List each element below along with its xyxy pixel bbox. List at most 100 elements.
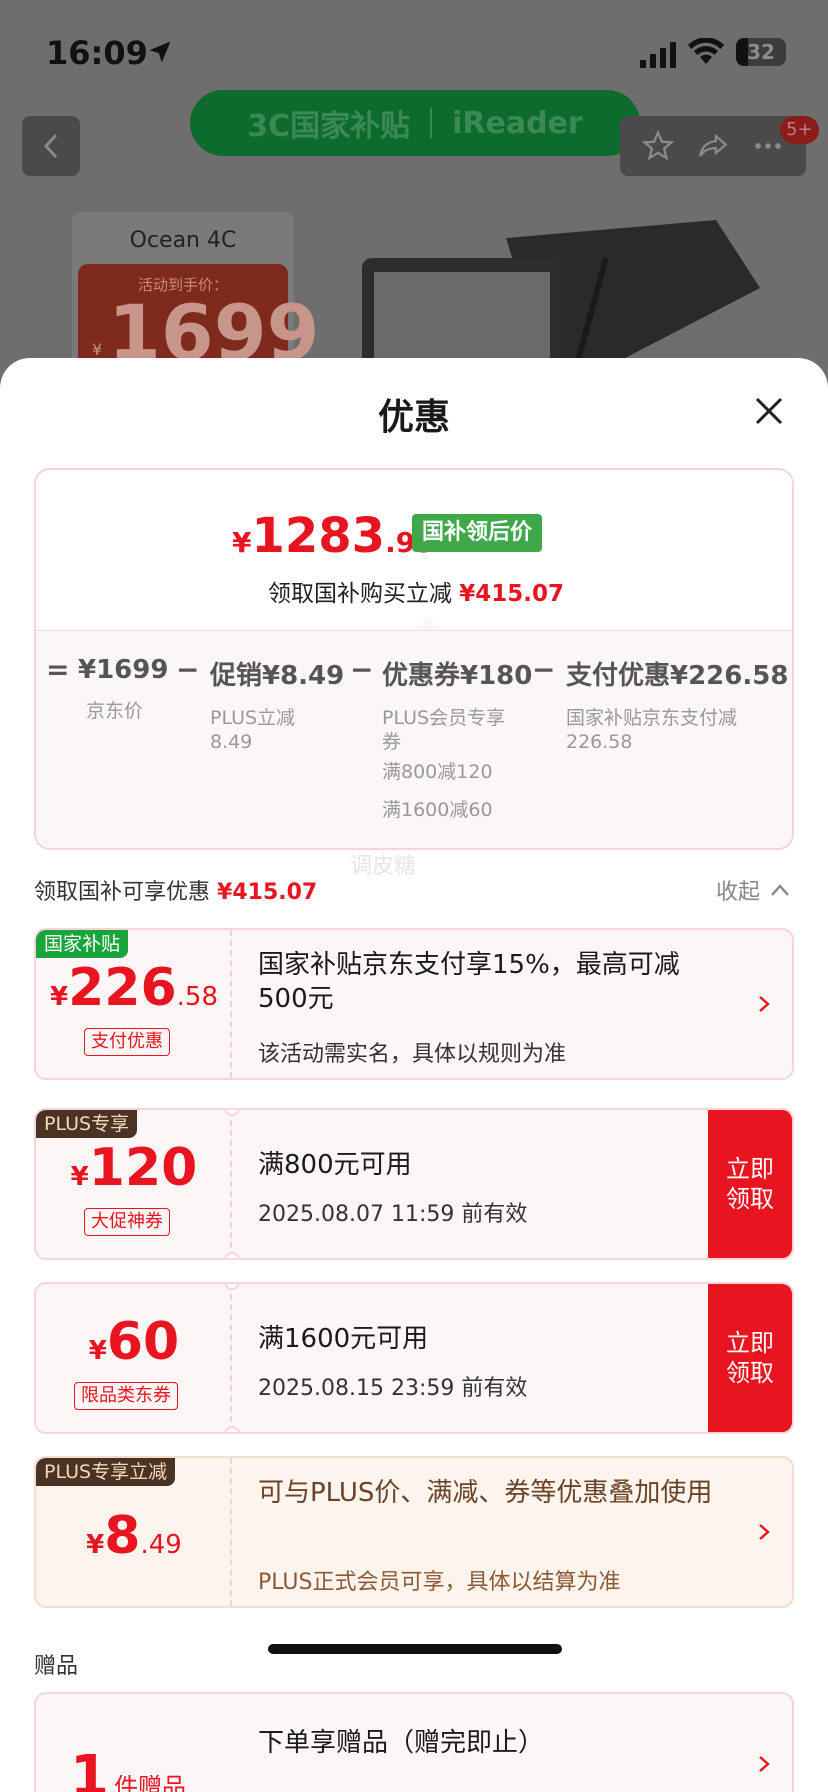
final-currency: ¥ bbox=[232, 526, 252, 559]
card-desc: 2025.08.15 23:59 前有效 bbox=[258, 1376, 528, 1401]
final-price-int: 1283 bbox=[251, 508, 386, 564]
section-header: 领取国补可享优惠 ¥415.07 bbox=[34, 874, 317, 906]
card-title: 满1600元可用 bbox=[258, 1324, 429, 1354]
card-amount-currency: ¥ bbox=[86, 1530, 105, 1560]
card-amount-panel: PLUS专享 ¥120 大促神券 bbox=[36, 1110, 232, 1258]
breakdown-note: PLUS立减 8.49 bbox=[210, 707, 296, 753]
breakdown-item-payment: 支付优惠¥226.58 国家补贴京东支付减 226.58 bbox=[566, 655, 788, 754]
card-notch bbox=[224, 1252, 240, 1258]
wifi-icon bbox=[688, 38, 724, 64]
status-bar: 16:09 32 bbox=[0, 0, 828, 100]
claim-button[interactable]: 立即领取 bbox=[708, 1284, 792, 1432]
status-time: 16:09 bbox=[46, 34, 148, 72]
final-price-tag: 国补领后价 bbox=[412, 514, 543, 552]
campaign-banner: 3C国家补贴 iReader bbox=[190, 90, 640, 156]
top-actions bbox=[620, 116, 806, 176]
card-title: 国家补贴京东支付享15%，最高可减500元 bbox=[258, 950, 680, 1014]
gift-card[interactable]: 1 件赠品 下单享赠品（赠完即止） bbox=[34, 1692, 794, 1792]
back-button[interactable] bbox=[22, 116, 80, 176]
collapse-button[interactable]: 收起 bbox=[716, 874, 790, 906]
signal-icon bbox=[640, 42, 676, 68]
battery-icon: 32 bbox=[736, 38, 786, 66]
chevron-right-icon bbox=[759, 1756, 770, 1772]
card-amount-panel: PLUS专享立减 ¥8.49 bbox=[36, 1458, 232, 1606]
breakdown-note-coupon-1: 满800减120 bbox=[382, 761, 493, 783]
close-icon[interactable] bbox=[752, 394, 786, 428]
price-breakdown: = ¥1699 京东价 − 促销¥8.49 PLUS立减 8.49 − 优惠券¥… bbox=[36, 630, 792, 848]
coupon-card-60: ¥60 限品类东券 满1600元可用 2025.08.15 23:59 前有效 … bbox=[34, 1282, 794, 1434]
breakdown-main: 优惠券¥180 bbox=[382, 661, 533, 691]
card-amount: ¥60 bbox=[36, 1312, 232, 1372]
claim-button[interactable]: 立即领取 bbox=[708, 1110, 792, 1258]
banner-right-text: iReader bbox=[452, 105, 583, 141]
card-amount-dec: .58 bbox=[176, 982, 218, 1012]
banner-divider bbox=[430, 108, 433, 138]
back-icon bbox=[43, 133, 58, 159]
summary-subline: 领取国补购买立减 ¥415.07 bbox=[36, 574, 792, 608]
star-icon[interactable] bbox=[641, 129, 675, 163]
breakdown-main: 支付优惠¥226.58 bbox=[566, 661, 789, 691]
collapse-label: 收起 bbox=[716, 880, 761, 905]
card-amount-int: 120 bbox=[88, 1138, 198, 1198]
card-amount-currency: ¥ bbox=[88, 1336, 107, 1366]
breakdown-note: 京东价 bbox=[86, 700, 144, 722]
card-chip: 限品类东券 bbox=[74, 1382, 178, 1410]
watermark: 调皮糖 bbox=[350, 854, 417, 879]
summary-top: ¥1283.93 国补领后价 领取国补购买立减 ¥415.07 bbox=[36, 470, 792, 630]
product-image bbox=[362, 220, 760, 368]
promo-model: Ocean 4C bbox=[129, 228, 237, 253]
card-tag: 国家补贴 bbox=[36, 930, 129, 958]
price-summary: ¥1283.93 国补领后价 领取国补购买立减 ¥415.07 = ¥1699 … bbox=[34, 468, 794, 850]
breakdown-main: 促销¥8.49 bbox=[210, 661, 345, 691]
card-amount-int: 226 bbox=[68, 958, 177, 1018]
promo-currency: ¥ bbox=[92, 340, 103, 359]
summary-subline-text: 领取国补购买立减 bbox=[267, 581, 452, 607]
share-icon[interactable] bbox=[696, 129, 730, 163]
breakdown-note-coupon-2: 满1600减60 bbox=[382, 799, 493, 821]
chevron-right-icon bbox=[759, 996, 770, 1012]
chevron-right-icon bbox=[759, 1524, 770, 1540]
card-amount-int: 8 bbox=[104, 1506, 141, 1566]
breakdown-item-promotion: 促销¥8.49 PLUS立减 8.49 bbox=[210, 655, 344, 754]
section-amount: ¥415.07 bbox=[217, 880, 318, 905]
summary-subline-amount: ¥415.07 bbox=[459, 581, 565, 607]
product-page-background: 16:09 32 3C国家补贴 iReader 5+ Ocean 4C 活动到手… bbox=[0, 0, 828, 380]
more-badge: 5+ bbox=[780, 116, 819, 144]
card-title: 可与PLUS价、满减、券等优惠叠加使用 bbox=[258, 1478, 713, 1508]
gift-count-unit: 件赠品 bbox=[114, 1773, 187, 1792]
battery-level: 32 bbox=[747, 40, 775, 64]
card-tag: PLUS专享 bbox=[36, 1110, 138, 1138]
breakdown-op: = bbox=[46, 653, 70, 686]
breakdown-op: − bbox=[176, 653, 200, 686]
card-amount: ¥120 bbox=[36, 1138, 232, 1198]
card-desc: 该活动需实名，具体以规则为准 bbox=[258, 1042, 567, 1067]
gift-desc: 下单享赠品（赠完即止） bbox=[258, 1728, 545, 1758]
breakdown-op: − bbox=[532, 653, 556, 686]
breakdown-item-coupon: 优惠券¥180 PLUS会员专享券 满800减120 满1600减60 bbox=[382, 655, 532, 822]
discount-sheet: 优惠 ¥1283.93 国补领后价 领取国补购买立减 ¥415.07 = ¥16… bbox=[0, 358, 828, 1792]
final-price: ¥1283.93 bbox=[232, 508, 435, 564]
breakdown-op: − bbox=[350, 653, 374, 686]
coupon-card-120: PLUS专享 ¥120 大促神券 满800元可用 2025.08.07 11:5… bbox=[34, 1108, 794, 1260]
card-amount-int: 60 bbox=[106, 1312, 180, 1372]
gifts-title: 赠品 bbox=[34, 1654, 79, 1679]
gift-count-number: 1 bbox=[70, 1744, 109, 1792]
banner-left-text: 3C国家补贴 bbox=[247, 109, 411, 144]
card-amount-currency: ¥ bbox=[70, 1162, 89, 1192]
card-amount-panel: ¥60 限品类东券 bbox=[36, 1284, 232, 1432]
discount-card-subsidy[interactable]: 国家补贴 ¥226.58 支付优惠 国家补贴京东支付享15%，最高可减500元 … bbox=[34, 928, 794, 1080]
section-title: 领取国补可享优惠 bbox=[34, 880, 211, 905]
card-amount-currency: ¥ bbox=[50, 982, 69, 1012]
card-desc: 2025.08.07 11:59 前有效 bbox=[258, 1202, 528, 1227]
card-chip: 大促神券 bbox=[84, 1208, 170, 1236]
card-amount: ¥8.49 bbox=[36, 1506, 232, 1566]
breakdown-note: 国家补贴京东支付减 226.58 bbox=[566, 707, 738, 753]
discount-card-plus[interactable]: PLUS专享立减 ¥8.49 可与PLUS价、满减、券等优惠叠加使用 PLUS正… bbox=[34, 1456, 794, 1608]
promo-card: Ocean 4C 活动到手价： ¥ 1699 bbox=[72, 212, 320, 380]
card-amount-panel: 国家补贴 ¥226.58 支付优惠 bbox=[36, 930, 232, 1078]
breakdown-item-jd-price: ¥1699 京东价 bbox=[78, 655, 168, 723]
breakdown-note: PLUS会员专享券 bbox=[382, 707, 506, 753]
location-arrow-icon bbox=[149, 41, 171, 63]
card-chip: 支付优惠 bbox=[84, 1028, 170, 1056]
card-amount: ¥226.58 bbox=[36, 958, 232, 1018]
